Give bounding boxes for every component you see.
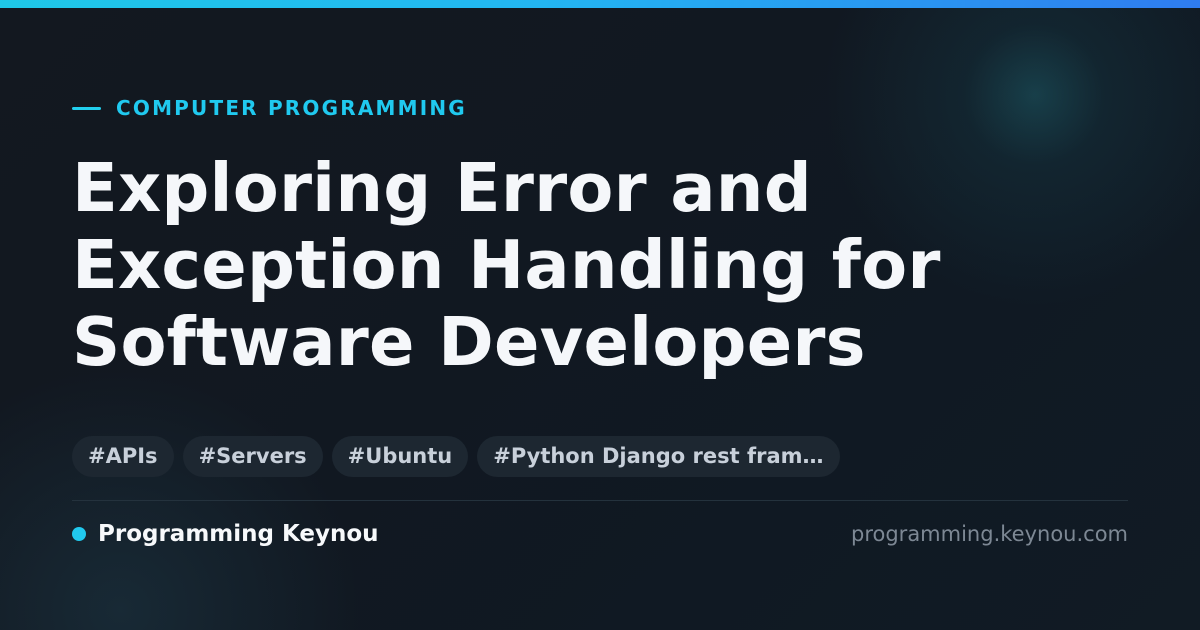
social-preview-card: COMPUTER PROGRAMMING Exploring Error and… — [0, 0, 1200, 630]
footer-divider — [72, 500, 1128, 501]
title-line-2: Exception Handling for — [72, 226, 941, 304]
article-title: Exploring Error and Exception Handling f… — [72, 150, 1112, 381]
category-label: COMPUTER PROGRAMMING — [116, 96, 467, 120]
tag-apis: #APIs — [72, 436, 174, 477]
site-domain: programming.keynou.com — [851, 522, 1128, 546]
tag-list: #APIs #Servers #Ubuntu #Python Django re… — [72, 436, 840, 477]
tag-servers: #Servers — [182, 436, 323, 477]
tag-python-django: #Python Django rest fram… — [477, 436, 840, 477]
category-row: COMPUTER PROGRAMMING — [72, 96, 467, 120]
title-line-3: Software Developers — [72, 303, 866, 381]
brand-dot-icon — [72, 527, 86, 541]
accent-top-bar — [0, 0, 1200, 8]
title-line-1: Exploring Error and — [72, 149, 812, 227]
brand: Programming Keynou — [72, 519, 379, 549]
tag-ubuntu: #Ubuntu — [331, 436, 469, 477]
brand-name: Programming Keynou — [98, 521, 379, 547]
category-accent-line — [72, 106, 101, 110]
